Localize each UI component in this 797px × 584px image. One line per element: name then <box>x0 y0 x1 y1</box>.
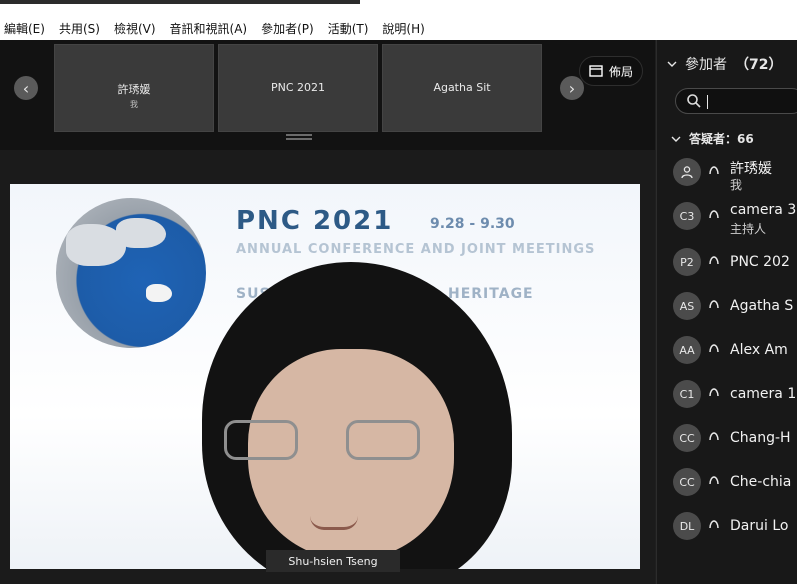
menu-help[interactable]: 說明(H) <box>382 20 424 37</box>
chevron-left-icon: ‹ <box>22 78 30 98</box>
participant-row[interactable]: C3 camera 3 主持人 <box>673 202 797 236</box>
speaker-name-tag: Shu-hsien Tseng <box>266 550 400 572</box>
participants-header-label: 參加者 <box>685 57 727 73</box>
banner-title: PNC 2021 <box>236 206 394 236</box>
participant-row[interactable]: AA Alex Am <box>673 336 797 368</box>
menu-participants[interactable]: 參加者(P) <box>261 20 314 37</box>
layout-label: 佈局 <box>608 64 633 79</box>
audio-status-icon <box>709 344 719 353</box>
layout-button[interactable]: 佈局 <box>579 56 643 86</box>
avatar: C3 <box>673 202 701 230</box>
participant-name: Chang-H <box>730 430 791 446</box>
thumbnail-agatha[interactable]: Agatha Sit <box>382 44 542 132</box>
audio-status-icon <box>709 520 719 529</box>
menu-share[interactable]: 共用(S) <box>59 20 100 37</box>
participants-header[interactable]: 參加者 （72） <box>667 54 782 74</box>
avatar: AS <box>673 292 701 320</box>
thumbnail-self[interactable]: 許琇媛 我 <box>54 44 214 132</box>
layout-icon <box>589 65 603 77</box>
audio-status-icon <box>709 166 719 175</box>
attendees-section-label: 答疑者：66 <box>689 132 754 146</box>
audio-status-icon <box>709 432 719 441</box>
thumbnail-pnc[interactable]: PNC 2021 <box>218 44 378 132</box>
title-bar-strip <box>0 0 360 4</box>
menu-edit[interactable]: 編輯(E) <box>4 20 45 37</box>
participant-name: Darui Lo <box>730 518 789 534</box>
glasses-right <box>346 420 420 460</box>
audio-status-icon <box>709 300 719 309</box>
chevron-down-icon <box>667 61 677 67</box>
conference-logo <box>56 198 206 348</box>
thumbnail-subtitle: 我 <box>130 100 138 109</box>
strip-next-button[interactable]: › <box>560 76 584 100</box>
participant-name: Alex Am <box>730 342 788 358</box>
participant-row[interactable]: C1 camera 1 <box>673 380 797 412</box>
participant-name: camera 1 <box>730 386 797 402</box>
menu-audio-video[interactable]: 音訊和視訊(A) <box>170 20 248 37</box>
avatar: P2 <box>673 248 701 276</box>
participants-header-count: （72） <box>735 57 783 73</box>
participants-search[interactable] <box>675 88 797 114</box>
participant-row[interactable]: AS Agatha S <box>673 292 797 324</box>
participant-name: camera 3 <box>730 202 797 218</box>
text-cursor <box>707 95 708 109</box>
avatar: CC <box>673 424 701 452</box>
active-speaker-video: PNC 2021 9.28 - 9.30 ANNUAL CONFERENCE A… <box>10 184 640 569</box>
participant-row[interactable]: 許琇媛 我 <box>673 158 797 192</box>
participants-panel: 參加者 （72） 答疑者：66 許琇媛 我 C3 camera 3 主持人 P2… <box>656 40 797 584</box>
avatar: DL <box>673 512 701 540</box>
menu-activities[interactable]: 活動(T) <box>328 20 369 37</box>
avatar <box>673 158 701 186</box>
thumbnail-name: 許琇媛 <box>117 83 151 96</box>
participant-row[interactable]: CC Che-chia <box>673 468 797 500</box>
audio-status-icon <box>709 210 719 219</box>
participant-name: PNC 202 <box>730 254 790 270</box>
participant-name: Che-chia <box>730 474 792 490</box>
audio-status-icon <box>709 388 719 397</box>
banner-subtitle: ANNUAL CONFERENCE AND JOINT MEETINGS <box>236 242 596 257</box>
avatar: C1 <box>673 380 701 408</box>
participant-name: Agatha S <box>730 298 794 314</box>
person-icon <box>681 166 693 179</box>
avatar: CC <box>673 468 701 496</box>
menu-items: 編輯(E) 共用(S) 檢視(V) 音訊和視訊(A) 參加者(P) 活動(T) … <box>4 20 425 37</box>
banner-line2-right: HERITAGE <box>448 286 534 302</box>
glasses-left <box>224 420 298 460</box>
thumbnail-name: Agatha Sit <box>433 81 491 94</box>
attendees-section-header[interactable]: 答疑者：66 <box>671 130 754 147</box>
participant-name: 許琇媛 <box>730 161 772 177</box>
search-icon <box>687 94 701 108</box>
audio-status-icon <box>709 256 719 265</box>
chevron-right-icon: › <box>568 78 576 98</box>
banner-dates: 9.28 - 9.30 <box>430 216 515 232</box>
resize-handle[interactable] <box>286 134 312 140</box>
strip-prev-button[interactable]: ‹ <box>14 76 38 100</box>
participant-row[interactable]: CC Chang-H <box>673 424 797 456</box>
avatar: AA <box>673 336 701 364</box>
menu-bar: 編輯(E) 共用(S) 檢視(V) 音訊和視訊(A) 參加者(P) 活動(T) … <box>0 0 797 40</box>
search-input[interactable] <box>710 91 794 113</box>
chevron-down-icon <box>671 136 681 142</box>
speaker-mouth <box>310 516 358 530</box>
participant-role: 我 <box>730 178 743 192</box>
participant-row[interactable]: DL Darui Lo <box>673 512 797 544</box>
thumbnail-name: PNC 2021 <box>270 81 326 94</box>
participant-row[interactable]: P2 PNC 202 <box>673 248 797 280</box>
menu-view[interactable]: 檢視(V) <box>114 20 156 37</box>
audio-status-icon <box>709 476 719 485</box>
participant-role: 主持人 <box>730 222 767 236</box>
